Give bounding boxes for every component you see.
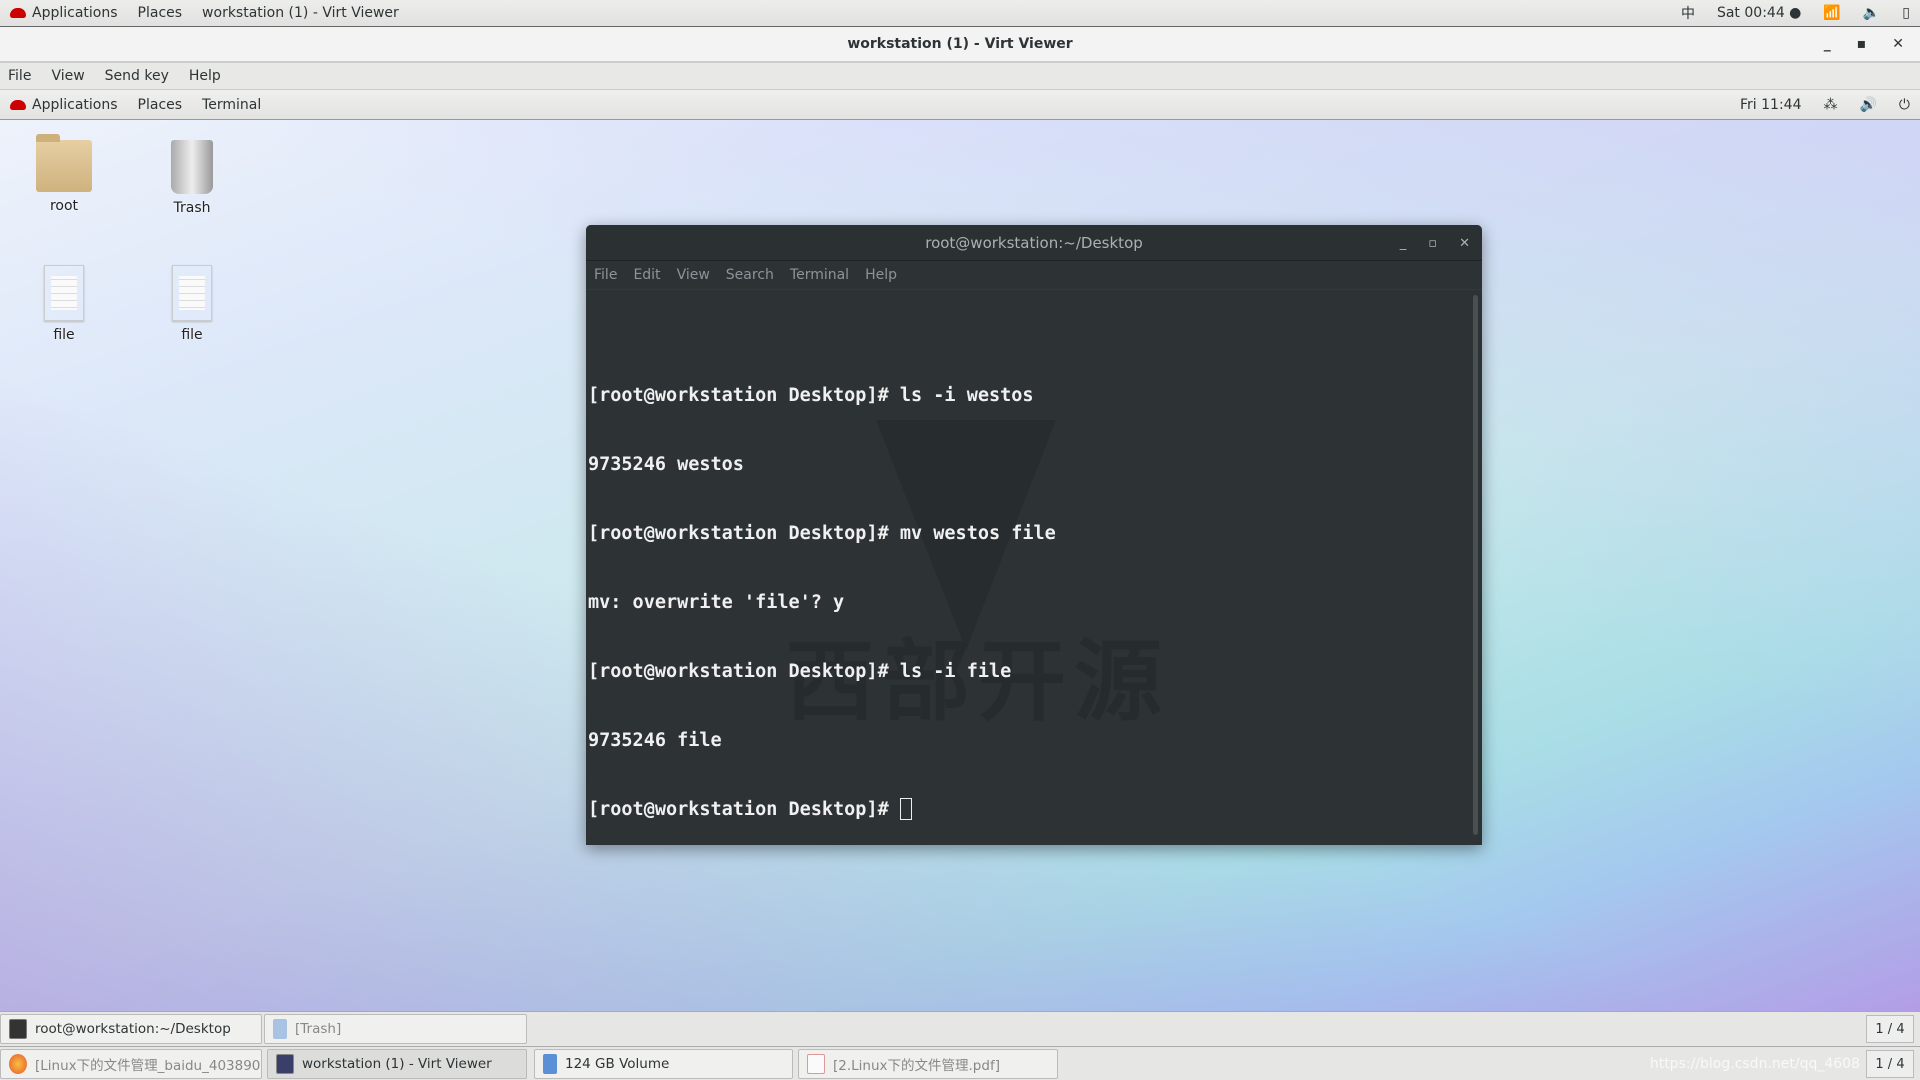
taskbar-item-pdf[interactable]: [2.Linux下的文件管理.pdf] — [798, 1049, 1058, 1079]
viewer-titlebar: workstation (1) - Virt Viewer _ ▪ ✕ — [0, 27, 1920, 63]
trash-icon — [171, 140, 213, 194]
volume-muted-icon[interactable]: 🔈 — [1863, 5, 1880, 21]
terminal-line: 9735246 westos — [588, 454, 744, 475]
icon-label: Trash — [173, 200, 211, 216]
terminal-line: mv: overwrite 'file'? y — [588, 592, 845, 613]
guest-clock[interactable]: Fri 11:44 — [1740, 97, 1801, 113]
terminal-minimize-button[interactable]: _ — [1400, 236, 1407, 251]
desktop-icon-trash[interactable]: Trash — [137, 140, 247, 216]
minimize-button[interactable]: _ — [1824, 36, 1831, 52]
taskbar-item-volume[interactable]: 124 GB Volume — [534, 1049, 793, 1079]
terminal-line: [root@workstation Desktop]# ls -i file — [588, 661, 1012, 682]
viewer-menubar: File View Send key Help — [0, 63, 1920, 90]
input-method-indicator[interactable]: 中 — [1681, 3, 1695, 23]
host-places-menu[interactable]: Places — [128, 5, 193, 21]
icon-label: file — [181, 327, 203, 343]
taskbar-item-terminal[interactable]: root@workstation:~/Desktop — [0, 1014, 262, 1044]
viewer-title: workstation (1) - Virt Viewer — [847, 36, 1073, 52]
desktop-icon-file[interactable]: file — [9, 265, 119, 343]
taskbar-item-label: workstation (1) - Virt Viewer — [302, 1056, 492, 1072]
terminal-scrollbar[interactable] — [1473, 295, 1478, 835]
text-cursor — [899, 798, 912, 820]
terminal-line: [root@workstation Desktop]# ls -i westos — [588, 385, 1034, 406]
terminal-menubar: File Edit View Search Terminal Help — [586, 261, 1482, 290]
guest-taskbar: root@workstation:~/Desktop [Trash] 1 / 4 — [0, 1011, 1920, 1045]
viewer-menu-send-key[interactable]: Send key — [95, 68, 179, 84]
terminal-menu-view[interactable]: View — [669, 267, 718, 283]
workspace-pager[interactable]: 1 / 4 — [1866, 1015, 1914, 1043]
viewer-menu-help[interactable]: Help — [179, 68, 231, 84]
terminal-menu-edit[interactable]: Edit — [625, 267, 668, 283]
viewer-menu-view[interactable]: View — [41, 68, 94, 84]
viewer-menu-file[interactable]: File — [0, 68, 41, 84]
taskbar-item-label: 124 GB Volume — [565, 1056, 670, 1072]
battery-icon[interactable]: ▯ — [1902, 5, 1910, 21]
desktop-icon-root[interactable]: root — [9, 134, 119, 214]
terminal-output[interactable]: 西部开源 [root@workstation Desktop]# ls -i w… — [586, 290, 1482, 845]
icon-label: file — [53, 327, 75, 343]
text-file-icon — [172, 265, 212, 321]
terminal-menu-search[interactable]: Search — [718, 267, 782, 283]
terminal-prompt-line: [root@workstation Desktop]# — [588, 798, 1482, 821]
desktop-icon-file[interactable]: file — [137, 265, 247, 343]
terminal-window[interactable]: root@workstation:~/Desktop _ ▫ ✕ File Ed… — [586, 225, 1482, 845]
taskbar-item-trash[interactable]: [Trash] — [264, 1014, 527, 1044]
guest-applications-menu[interactable]: Applications — [32, 97, 128, 113]
text-file-icon — [44, 265, 84, 321]
firefox-icon — [9, 1054, 27, 1074]
virt-viewer-icon — [276, 1054, 294, 1074]
taskbar-item-firefox[interactable]: [Linux下的文件管理_baidu_403890... — [0, 1049, 262, 1079]
terminal-prompt: [root@workstation Desktop]# — [588, 799, 900, 820]
wifi-icon[interactable]: 📶 — [1823, 5, 1840, 21]
taskbar-item-label: [Linux下的文件管理_baidu_403890... — [35, 1058, 262, 1074]
guest-places-menu[interactable]: Places — [128, 97, 193, 113]
terminal-icon — [9, 1019, 27, 1039]
terminal-line: 9735246 file — [588, 730, 722, 751]
csdn-watermark: https://blog.csdn.net/qq_4608 — [1649, 1056, 1860, 1072]
terminal-menu-help[interactable]: Help — [857, 267, 905, 283]
guest-top-bar: Applications Places Terminal Fri 11:44 ⁂… — [0, 90, 1920, 120]
host-window-menu[interactable]: workstation (1) - Virt Viewer — [192, 5, 409, 21]
terminal-maximize-button[interactable]: ▫ — [1428, 236, 1437, 251]
terminal-menu-file[interactable]: File — [586, 267, 625, 283]
network-icon[interactable]: ⁂ — [1823, 97, 1837, 113]
file-manager-icon — [273, 1019, 287, 1039]
close-button[interactable]: ✕ — [1892, 36, 1904, 52]
host-applications-menu[interactable]: Applications — [32, 5, 128, 21]
host-taskbar: [Linux下的文件管理_baidu_403890... workstation… — [0, 1046, 1920, 1080]
workspace-pager[interactable]: 1 / 4 — [1866, 1050, 1914, 1078]
terminal-line: [root@workstation Desktop]# mv westos fi… — [588, 523, 1056, 544]
redhat-icon — [10, 8, 26, 18]
maximize-button[interactable]: ▪ — [1857, 36, 1867, 52]
taskbar-item-label: root@workstation:~/Desktop — [35, 1021, 231, 1037]
taskbar-item-virt-viewer[interactable]: workstation (1) - Virt Viewer — [267, 1049, 527, 1079]
taskbar-item-label: [2.Linux下的文件管理.pdf] — [833, 1058, 1000, 1074]
terminal-titlebar[interactable]: root@workstation:~/Desktop _ ▫ ✕ — [586, 225, 1482, 261]
pdf-icon — [807, 1054, 825, 1074]
redhat-icon — [10, 99, 26, 110]
power-icon[interactable]: ⏻ — [1899, 97, 1910, 113]
terminal-menu-terminal[interactable]: Terminal — [782, 267, 857, 283]
host-top-bar: Applications Places workstation (1) - Vi… — [0, 0, 1920, 27]
host-clock[interactable]: Sat 00:44 ● — [1717, 5, 1801, 21]
icon-label: root — [49, 198, 79, 214]
drive-icon — [543, 1054, 557, 1074]
terminal-close-button[interactable]: ✕ — [1459, 236, 1470, 251]
volume-icon[interactable]: 🔊 — [1859, 97, 1876, 113]
terminal-title: root@workstation:~/Desktop — [925, 233, 1143, 252]
host-clock-text: Sat 00:44 — [1716, 5, 1785, 21]
home-folder-icon — [36, 134, 92, 192]
taskbar-item-label: [Trash] — [295, 1021, 342, 1037]
guest-terminal-menu[interactable]: Terminal — [192, 97, 271, 113]
